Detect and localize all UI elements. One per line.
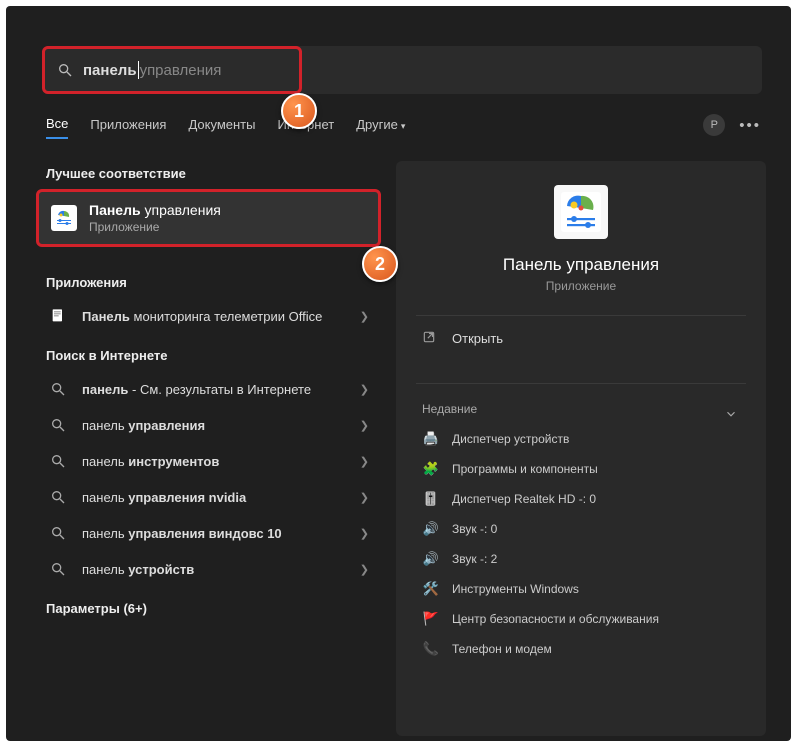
web-result-label: панель управления nvidia — [82, 490, 346, 505]
app-result-label: Панель мониторинга телеметрии Office — [82, 309, 346, 324]
recent-heading: Недавние — [422, 402, 746, 416]
tab-other[interactable]: Другие▾ — [356, 117, 405, 138]
chevron-right-icon: ❯ — [360, 419, 369, 432]
web-result-label: панель инструментов — [82, 454, 346, 469]
recent-item[interactable]: 🎚️Диспетчер Realtek HD -: 0 — [416, 484, 746, 514]
search-icon — [48, 453, 68, 469]
detail-title: Панель управления — [416, 255, 746, 275]
chevron-right-icon: ❯ — [360, 491, 369, 504]
best-match-subtitle: Приложение — [89, 220, 221, 234]
web-result-item[interactable]: панель управления nvidia ❯ — [36, 479, 381, 515]
tab-all[interactable]: Все — [46, 116, 68, 139]
filter-tabs: Все Приложения Документы Интернет Другие… — [46, 116, 405, 139]
web-result-item[interactable]: панель - См. результаты в Интернете ❯ — [36, 371, 381, 407]
realtek-icon: 🎚️ — [422, 491, 440, 507]
expand-actions-button[interactable] — [716, 399, 746, 429]
tools-icon: 🛠️ — [422, 581, 440, 597]
programs-icon: 🧩 — [422, 461, 440, 477]
chevron-right-icon: ❯ — [360, 383, 369, 396]
chevron-down-icon: ▾ — [401, 121, 406, 131]
start-menu-search-panel: панельуправления Все Приложения Документ… — [6, 6, 791, 741]
tab-documents[interactable]: Документы — [188, 117, 255, 138]
detail-subtitle: Приложение — [416, 279, 746, 293]
search-input[interactable]: панельуправления — [83, 61, 221, 79]
search-highlight: панельуправления — [42, 46, 302, 94]
search-icon — [48, 417, 68, 433]
search-icon — [48, 525, 68, 541]
device-manager-icon: 🖨️ — [422, 431, 440, 447]
recent-item[interactable]: 🧩Программы и компоненты — [416, 454, 746, 484]
control-panel-icon — [51, 205, 77, 231]
open-action[interactable]: Открыть — [416, 316, 746, 361]
results-list: Лучшее соответствие Панель управления Пр… — [36, 166, 381, 624]
tab-apps[interactable]: Приложения — [90, 117, 166, 138]
search-icon — [57, 62, 73, 78]
best-match-heading: Лучшее соответствие — [46, 166, 381, 181]
recent-item[interactable]: 🖨️Диспетчер устройств — [416, 424, 746, 454]
sound-icon: 🔊 — [422, 551, 440, 567]
chevron-right-icon: ❯ — [360, 563, 369, 576]
phone-icon: 📞 — [422, 641, 440, 657]
web-result-label: панель - См. результаты в Интернете — [82, 382, 346, 397]
recent-item[interactable]: 🔊Звук -: 0 — [416, 514, 746, 544]
settings-heading[interactable]: Параметры (6+) — [46, 601, 381, 616]
search-bar[interactable]: панельуправления — [42, 46, 762, 94]
more-options-button[interactable]: ••• — [739, 117, 761, 134]
web-result-label: панель управления виндовс 10 — [82, 526, 346, 541]
detail-pane: Панель управления Приложение Открыть Нед… — [396, 161, 766, 736]
web-result-item[interactable]: панель инструментов ❯ — [36, 443, 381, 479]
apps-heading: Приложения — [46, 275, 381, 290]
divider — [416, 383, 746, 384]
chevron-right-icon: ❯ — [360, 527, 369, 540]
callout-badge-2: 2 — [362, 246, 398, 282]
web-result-item[interactable]: панель устройств ❯ — [36, 551, 381, 587]
open-icon — [422, 330, 438, 347]
search-icon — [48, 381, 68, 397]
best-match-result[interactable]: Панель управления Приложение — [36, 189, 381, 247]
recent-item[interactable]: 🚩Центр безопасности и обслуживания — [416, 604, 746, 634]
web-result-label: панель устройств — [82, 562, 346, 577]
search-icon — [48, 561, 68, 577]
document-icon — [48, 308, 68, 324]
sound-icon: 🔊 — [422, 521, 440, 537]
chevron-right-icon: ❯ — [360, 310, 369, 323]
web-heading: Поиск в Интернете — [46, 348, 381, 363]
recent-item[interactable]: 🔊Звук -: 2 — [416, 544, 746, 574]
web-result-item[interactable]: панель управления виндовс 10 ❯ — [36, 515, 381, 551]
search-icon — [48, 489, 68, 505]
control-panel-icon — [554, 185, 608, 239]
best-match-title: Панель управления — [89, 202, 221, 218]
recent-item[interactable]: 🛠️Инструменты Windows — [416, 574, 746, 604]
web-result-label: панель управления — [82, 418, 346, 433]
avatar[interactable]: Р — [703, 114, 725, 136]
chevron-right-icon: ❯ — [360, 455, 369, 468]
app-result-item[interactable]: Панель мониторинга телеметрии Office ❯ — [36, 298, 381, 334]
callout-badge-1: 1 — [281, 93, 317, 129]
open-label: Открыть — [452, 331, 740, 346]
web-result-item[interactable]: панель управления ❯ — [36, 407, 381, 443]
recent-item[interactable]: 📞Телефон и модем — [416, 634, 746, 664]
security-icon: 🚩 — [422, 611, 440, 627]
